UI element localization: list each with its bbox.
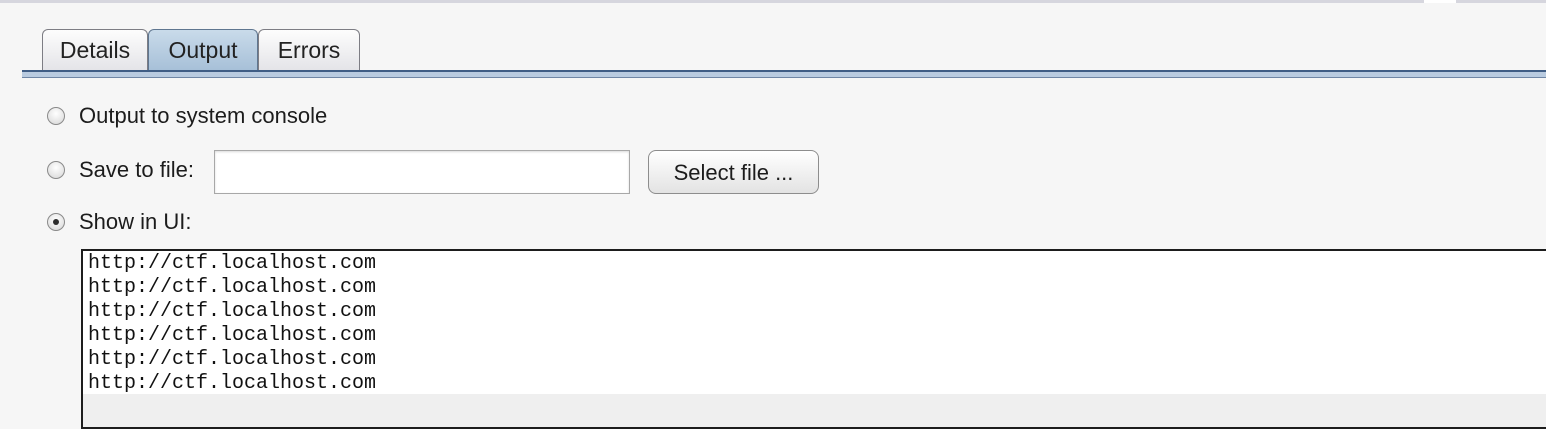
file-path-input[interactable] <box>214 150 630 194</box>
show-in-ui-radio[interactable] <box>47 213 65 231</box>
tab-output[interactable]: Output <box>148 29 258 70</box>
output-line: http://ctf.localhost.com <box>88 372 377 395</box>
output-console-label: Output to system console <box>79 103 328 128</box>
output-line: http://ctf.localhost.com <box>88 348 377 371</box>
tab-errors[interactable]: Errors <box>258 29 360 70</box>
save-to-file-option[interactable]: Save to file: <box>47 157 194 183</box>
top-divider-notch <box>1424 0 1456 3</box>
output-line: http://ctf.localhost.com <box>88 300 377 323</box>
save-to-file-label: Save to file: <box>79 157 194 182</box>
tab-panel-border-bottom <box>22 77 1546 78</box>
show-in-ui-label: Show in UI: <box>79 209 192 234</box>
output-text-area[interactable]: http://ctf.localhost.com http://ctf.loca… <box>81 249 1546 429</box>
output-area-empty-row <box>83 394 1546 427</box>
output-console-radio[interactable] <box>47 107 65 125</box>
select-file-button[interactable]: Select file ... <box>648 150 819 194</box>
output-line: http://ctf.localhost.com <box>88 276 377 299</box>
tab-details[interactable]: Details <box>42 29 148 70</box>
output-console-option[interactable]: Output to system console <box>47 103 327 129</box>
save-to-file-radio[interactable] <box>47 161 65 179</box>
output-line: http://ctf.localhost.com <box>88 324 377 347</box>
top-divider <box>0 0 1546 3</box>
show-in-ui-option[interactable]: Show in UI: <box>47 209 192 235</box>
output-lines: http://ctf.localhost.com http://ctf.loca… <box>83 251 1546 396</box>
output-line: http://ctf.localhost.com <box>88 252 377 275</box>
